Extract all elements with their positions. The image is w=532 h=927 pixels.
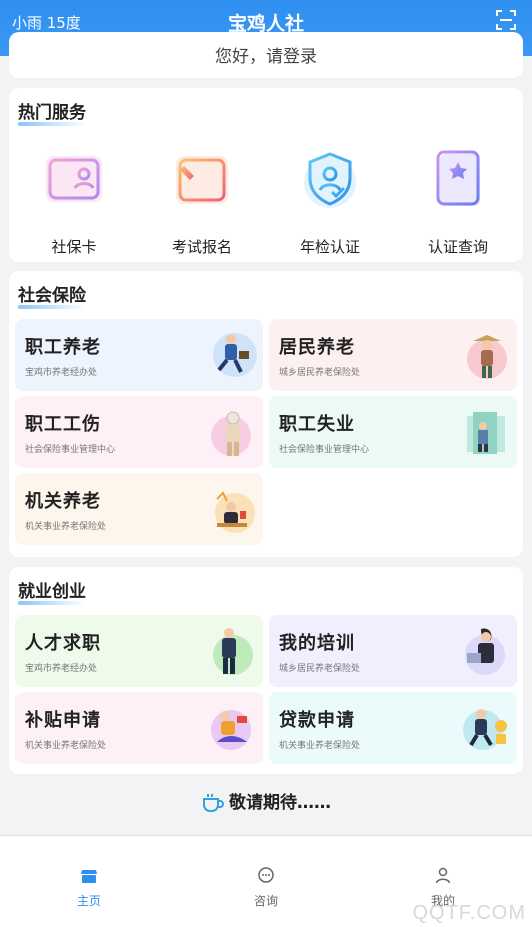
tab-consult[interactable]: 咨询 [226, 866, 306, 909]
tile-title: 机关养老 [25, 491, 101, 512]
tile-work-injury[interactable]: 职工工伤 社会保险事业管理中心 [15, 396, 263, 468]
tile-unemployment[interactable]: 职工失业 社会保险事业管理中心 [269, 396, 517, 468]
door-exit-icon [467, 412, 505, 454]
tile-subtitle: 宝鸡市养老经办处 [25, 664, 98, 674]
tile-subsidy-apply[interactable]: 补贴申请 机关事业养老保险处 [15, 692, 263, 764]
coming-soon: 敬请期待…… [0, 788, 532, 813]
employment-card: 就业创业 人才求职 宝鸡市养老经办处 我的培训 城乡居民养老保险处 补贴申请 机… [9, 567, 523, 774]
tile-loan-apply[interactable]: 贷款申请 机关事业养老保险处 [269, 692, 517, 764]
subsidy-person-icon [211, 710, 251, 750]
scan-icon[interactable] [496, 10, 516, 30]
service-label: 年检认证 [299, 238, 360, 256]
tile-title: 居民养老 [279, 337, 355, 358]
tile-subtitle: 机关事业养老保险处 [25, 741, 107, 751]
tile-subtitle: 社会保险事业管理中心 [279, 445, 370, 455]
farmer-icon [467, 335, 507, 379]
job-seeker-icon [213, 628, 253, 675]
running-businessman-icon [213, 333, 257, 377]
tile-title: 我的培训 [279, 633, 355, 654]
watermark: QQTF.COM [412, 902, 526, 924]
employment-title: 就业创业 [18, 582, 86, 602]
office-worker-icon [215, 491, 255, 533]
coming-soon-text: 敬请期待…… [229, 793, 331, 813]
trainer-icon [465, 628, 505, 675]
tile-resident-pension[interactable]: 居民养老 城乡居民养老保险处 [269, 319, 517, 391]
tile-subtitle: 机关事业养老保险处 [25, 522, 107, 532]
tile-subtitle: 机关事业养老保险处 [279, 741, 361, 751]
tile-title: 职工工伤 [25, 414, 101, 435]
tile-job-seeking[interactable]: 人才求职 宝鸡市养老经办处 [15, 615, 263, 687]
service-cert-query[interactable]: 认证查询 [408, 148, 508, 257]
coffee-cup-icon [203, 794, 224, 812]
login-card[interactable]: 您好，请登录 [9, 32, 523, 78]
hot-services-title: 热门服务 [18, 103, 86, 123]
service-label: 认证查询 [427, 238, 488, 256]
tab-home[interactable]: 主页 [49, 866, 129, 909]
service-social-card[interactable]: 社保卡 [24, 148, 124, 257]
tab-label: 咨询 [253, 894, 278, 908]
injured-worker-icon [211, 411, 251, 456]
tile-subtitle: 城乡居民养老保险处 [279, 664, 361, 674]
tile-title: 职工失业 [279, 414, 355, 435]
user-icon [435, 867, 451, 884]
home-icon [81, 870, 97, 883]
bottom-tab-bar: 主页 咨询 我的 QQTF.COM [0, 835, 532, 927]
annual-check-icon [304, 152, 356, 208]
tile-subtitle: 社会保险事业管理中心 [25, 445, 116, 455]
tile-subtitle: 城乡居民养老保险处 [279, 368, 361, 378]
tile-institution-pension[interactable]: 机关养老 机关事业养老保险处 [15, 473, 263, 545]
service-annual-check[interactable]: 年检认证 [280, 148, 380, 257]
tile-title: 贷款申请 [279, 710, 355, 731]
social-insurance-card: 社会保险 职工养老 宝鸡市养老经办处 居民养老 城乡居民养老保险处 职工工伤 社… [9, 271, 523, 557]
service-exam-register[interactable]: 考试报名 [152, 148, 252, 257]
tile-employee-pension[interactable]: 职工养老 宝鸡市养老经办处 [15, 319, 263, 391]
exam-register-icon [176, 156, 228, 204]
tile-title: 职工养老 [25, 337, 101, 358]
social-insurance-title: 社会保险 [18, 286, 86, 306]
service-label: 社保卡 [51, 238, 97, 256]
social-card-icon [46, 156, 102, 202]
tile-title: 补贴申请 [25, 710, 101, 731]
tile-subtitle: 宝鸡市养老经办处 [25, 368, 98, 378]
service-label: 考试报名 [171, 238, 232, 256]
tile-my-training[interactable]: 我的培训 城乡居民养老保险处 [269, 615, 517, 687]
login-prompt[interactable]: 您好，请登录 [9, 42, 523, 67]
cert-query-icon [436, 150, 480, 206]
chat-icon [258, 867, 274, 883]
loan-runner-icon [463, 709, 507, 750]
tile-title: 人才求职 [25, 633, 101, 654]
hot-services-card: 热门服务 社保卡 考试报名 年检认证 认证查询 [9, 88, 523, 262]
tab-label: 主页 [76, 894, 101, 908]
